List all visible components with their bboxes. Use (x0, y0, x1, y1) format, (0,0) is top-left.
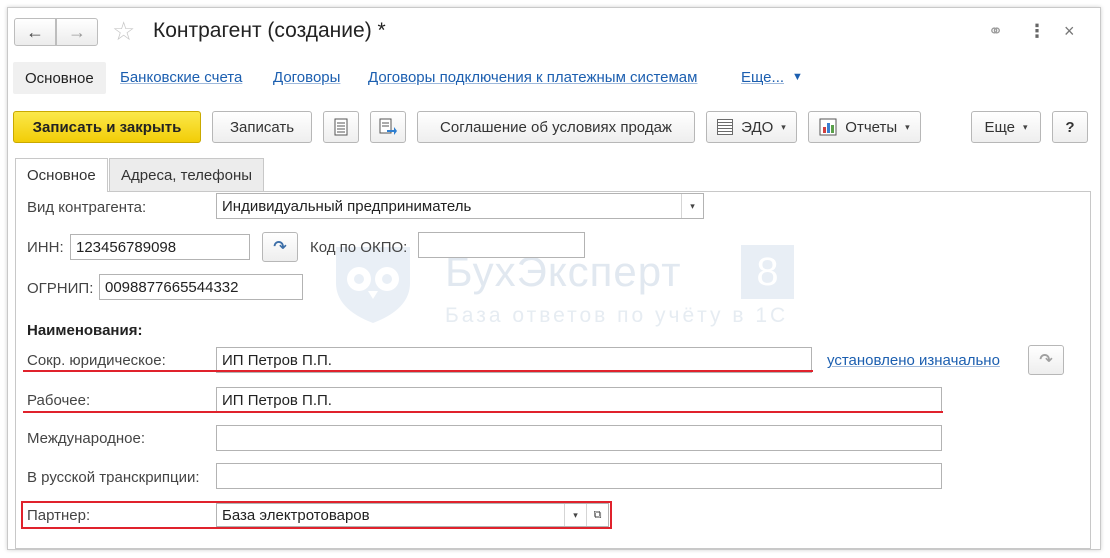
working-name-label: Рабочее: (27, 392, 91, 409)
short-name-label: Сокр. юридическое: (27, 352, 166, 369)
nav-item-main[interactable]: Основное (13, 62, 106, 94)
link-icon[interactable]: ⚭ (988, 20, 1003, 42)
favorite-star-icon[interactable]: ☆ (112, 16, 135, 46)
ogrnip-field[interactable]: 0098877665544332 (99, 274, 303, 300)
more-label: Еще (984, 118, 1015, 136)
save-button[interactable]: Записать (212, 111, 312, 143)
nav-link-more[interactable]: Еще... ▼ (741, 69, 803, 86)
window-title: Контрагент (создание) * (153, 19, 386, 42)
forward-button[interactable]: → (56, 18, 98, 46)
russian-transcription-field[interactable] (216, 463, 942, 489)
inn-field[interactable]: 123456789098 (70, 234, 250, 260)
edo-label: ЭДО (741, 118, 774, 136)
redo-arrow-icon: ↷ (273, 239, 287, 256)
russian-transcription-label: В русской транскрипции: (27, 469, 200, 486)
names-section-header: Наименования: (27, 322, 143, 339)
reports-button[interactable]: Отчеты ▾ (808, 111, 921, 143)
document-list-button[interactable] (323, 111, 359, 143)
working-name-field[interactable]: ИП Петров П.П. (216, 387, 942, 413)
print-export-button[interactable] (370, 111, 406, 143)
back-button[interactable]: ← (14, 18, 56, 46)
redo-arrow-icon: ↷ (1039, 352, 1053, 369)
counterparty-kind-select[interactable]: Индивидуальный предприниматель ▾ (216, 193, 704, 219)
international-name-field[interactable] (216, 425, 942, 451)
watermark-subtitle: База ответов по учёту в 1С (445, 304, 789, 327)
nav-more-label: Еще... (741, 69, 785, 86)
chevron-down-icon: ▼ (792, 71, 803, 83)
dropdown-icon[interactable]: ▾ (564, 504, 586, 526)
more-actions-icon[interactable]: ⋮ (1028, 20, 1046, 42)
ogrnip-label: ОГРНИП: (27, 280, 94, 297)
edo-icon (717, 119, 734, 135)
watermark-number: 8 (741, 245, 794, 299)
arrow-right-icon: → (68, 21, 86, 42)
inn-label: ИНН: (27, 239, 64, 256)
dropdown-icon[interactable]: ▾ (681, 194, 703, 218)
edo-button[interactable]: ЭДО ▾ (706, 111, 797, 143)
okpo-field[interactable] (418, 232, 585, 258)
partner-value: База электротоваров (222, 506, 370, 524)
partner-label: Партнер: (27, 507, 91, 524)
okpo-label: Код по ОКПО: (310, 239, 408, 256)
tab-addresses-phones[interactable]: Адреса, телефоны (109, 158, 265, 191)
nav-link-contracts[interactable]: Договоры (273, 69, 340, 86)
highlight-underline-short-name (23, 370, 813, 372)
dropdown-icon: ▾ (905, 121, 910, 132)
reports-icon (819, 118, 837, 136)
short-name-update-button[interactable]: ↷ (1028, 345, 1064, 375)
form-window: ← → ☆ Контрагент (создание) * ⚭ ⋮ × Осно… (7, 7, 1101, 550)
more-button[interactable]: Еще ▾ (971, 111, 1041, 143)
dropdown-icon: ▾ (781, 121, 786, 132)
counterparty-kind-value: Индивидуальный предприниматель (222, 197, 472, 215)
fill-by-inn-button[interactable]: ↷ (262, 232, 298, 262)
highlight-underline-working-name (23, 411, 943, 413)
reports-label: Отчеты (845, 118, 898, 136)
dropdown-icon: ▾ (1023, 121, 1028, 132)
nav-link-bank-accounts[interactable]: Банковские счета (120, 69, 242, 86)
close-icon[interactable]: × (1064, 20, 1075, 42)
counterparty-kind-label: Вид контрагента: (27, 199, 147, 216)
document-icon (334, 118, 348, 136)
nav-link-payment-contracts[interactable]: Договоры подключения к платежным система… (368, 69, 697, 86)
tab-main[interactable]: Основное (15, 158, 108, 192)
save-and-close-button[interactable]: Записать и закрыть (13, 111, 201, 143)
open-item-icon[interactable]: ⧉ (586, 504, 608, 526)
partner-select[interactable]: База электротоваров ▾ ⧉ (216, 503, 609, 527)
arrow-left-icon: ← (26, 21, 44, 42)
help-button[interactable]: ? (1052, 111, 1088, 143)
set-initially-link[interactable]: установлено изначально (827, 352, 1000, 369)
export-icon (379, 118, 397, 135)
sales-agreement-button[interactable]: Соглашение об условиях продаж (417, 111, 695, 143)
international-name-label: Международное: (27, 430, 145, 447)
